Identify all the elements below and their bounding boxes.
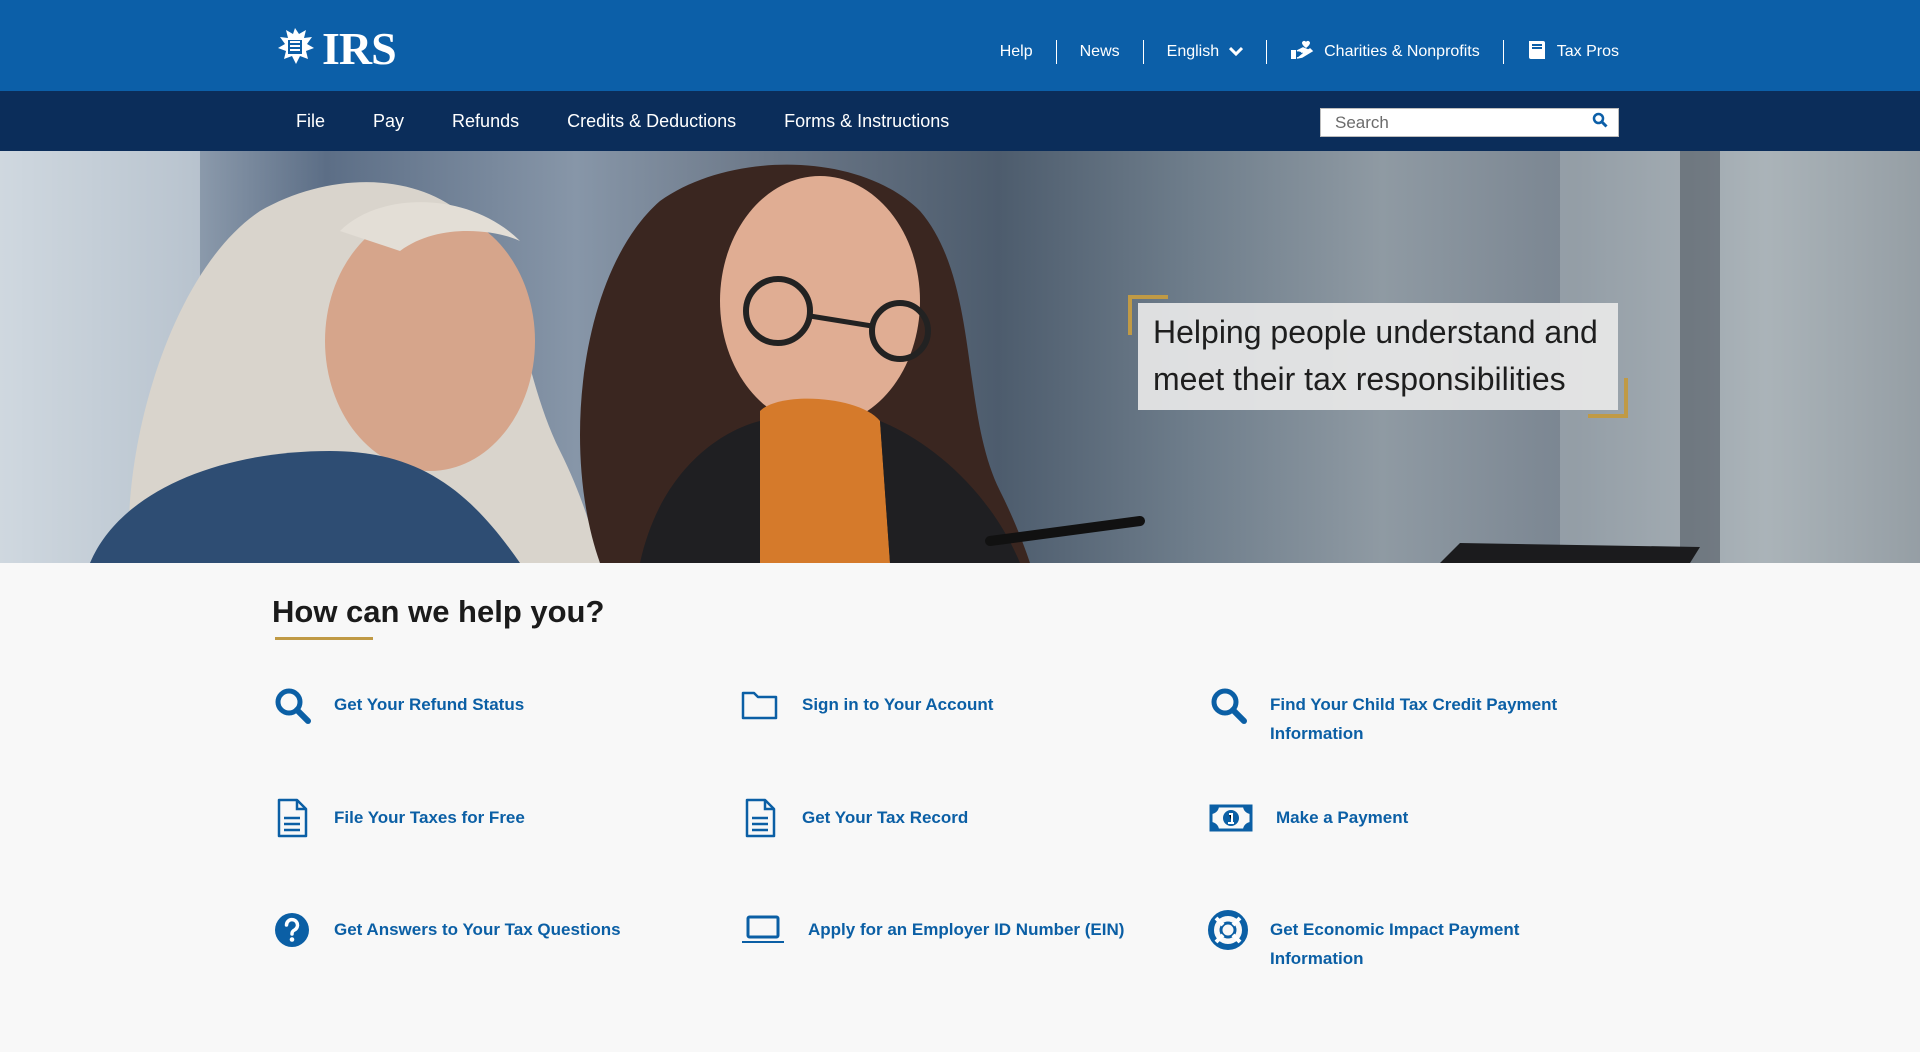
nav-item-credits-deductions[interactable]: Credits & Deductions [543,111,760,132]
help-link-label: Help [999,43,1033,60]
question-icon [272,910,312,950]
tax-pros-link[interactable]: Tax Pros [1502,39,1619,66]
child-tax-credit-label: Find Your Child Tax Credit Payment Infor… [1270,695,1558,743]
language-label: English [1166,43,1220,60]
utility-nav: Help News English Charities & Nonprofits [1000,40,1619,64]
make-payment-link[interactable]: Make a Payment [1208,798,1648,838]
sign-in-account-label: Sign in to Your Account [802,695,994,714]
refund-status-link[interactable]: Get Your Refund Status [272,685,712,725]
charities-link[interactable]: Charities & Nonprofits [1266,40,1503,64]
hero-banner: Helping people understand and meet their… [0,151,1920,563]
logo-text: IRS [322,22,397,74]
nav-item-pay[interactable]: Pay [349,111,428,132]
file-taxes-free-link[interactable]: File Your Taxes for Free [272,798,712,838]
tax-questions-link[interactable]: Get Answers to Your Tax Questions [272,910,712,950]
news-link-label: News [1079,43,1120,60]
economic-impact-link[interactable]: Get Economic Impact Payment Information [1208,910,1648,973]
book-icon [1527,39,1547,66]
refund-status-label: Get Your Refund Status [334,695,525,714]
ein-link[interactable]: Apply for an Employer ID Number (EIN) [740,910,1180,950]
tax-pros-link-label: Tax Pros [1556,43,1619,60]
search-box [1320,108,1619,137]
chevron-down-icon [1229,43,1244,61]
search-icon [1592,112,1608,133]
document-icon [740,798,780,838]
lifebuoy-icon [1208,910,1248,950]
search-button[interactable] [1582,109,1618,136]
nav-item-forms-instructions[interactable]: Forms & Instructions [760,111,973,132]
laptop-icon [740,910,786,950]
main-nav: File Pay Refunds Credits & Deductions Fo… [0,91,1920,151]
file-taxes-free-label: File Your Taxes for Free [334,808,525,827]
search-icon [1208,685,1248,725]
economic-impact-label: Get Economic Impact Payment Information [1270,920,1520,968]
nav-item-refunds[interactable]: Refunds [428,111,543,132]
make-payment-label: Make a Payment [1276,808,1409,827]
folder-icon [740,685,780,725]
search-icon [272,685,312,725]
hand-heart-icon [1290,40,1314,65]
nav-item-file[interactable]: File [272,111,349,132]
news-link[interactable]: News [1055,40,1143,64]
hero-photo [0,151,1920,563]
sign-in-account-link[interactable]: Sign in to Your Account [740,685,1180,725]
search-input[interactable] [1321,109,1582,136]
tax-record-label: Get Your Tax Record [802,808,969,827]
help-section-title: How can we help you? [272,594,605,629]
top-header: IRS Help News English Charities & Nonpro… [0,0,1920,91]
tax-record-link[interactable]: Get Your Tax Record [740,798,1180,838]
hero-tagline: Helping people understand and meet their… [1153,314,1598,397]
ein-label: Apply for an Employer ID Number (EIN) [808,920,1125,939]
help-link[interactable]: Help [1000,40,1056,64]
title-underline [275,637,373,640]
child-tax-credit-link[interactable]: Find Your Child Tax Credit Payment Infor… [1208,685,1648,748]
eagle-emblem-icon [272,24,318,73]
charities-link-label: Charities & Nonprofits [1324,43,1480,60]
language-selector[interactable]: English [1142,40,1266,64]
document-icon [272,798,312,838]
money-icon [1208,798,1254,838]
irs-logo[interactable]: IRS [272,22,397,74]
tax-questions-label: Get Answers to Your Tax Questions [334,920,621,939]
